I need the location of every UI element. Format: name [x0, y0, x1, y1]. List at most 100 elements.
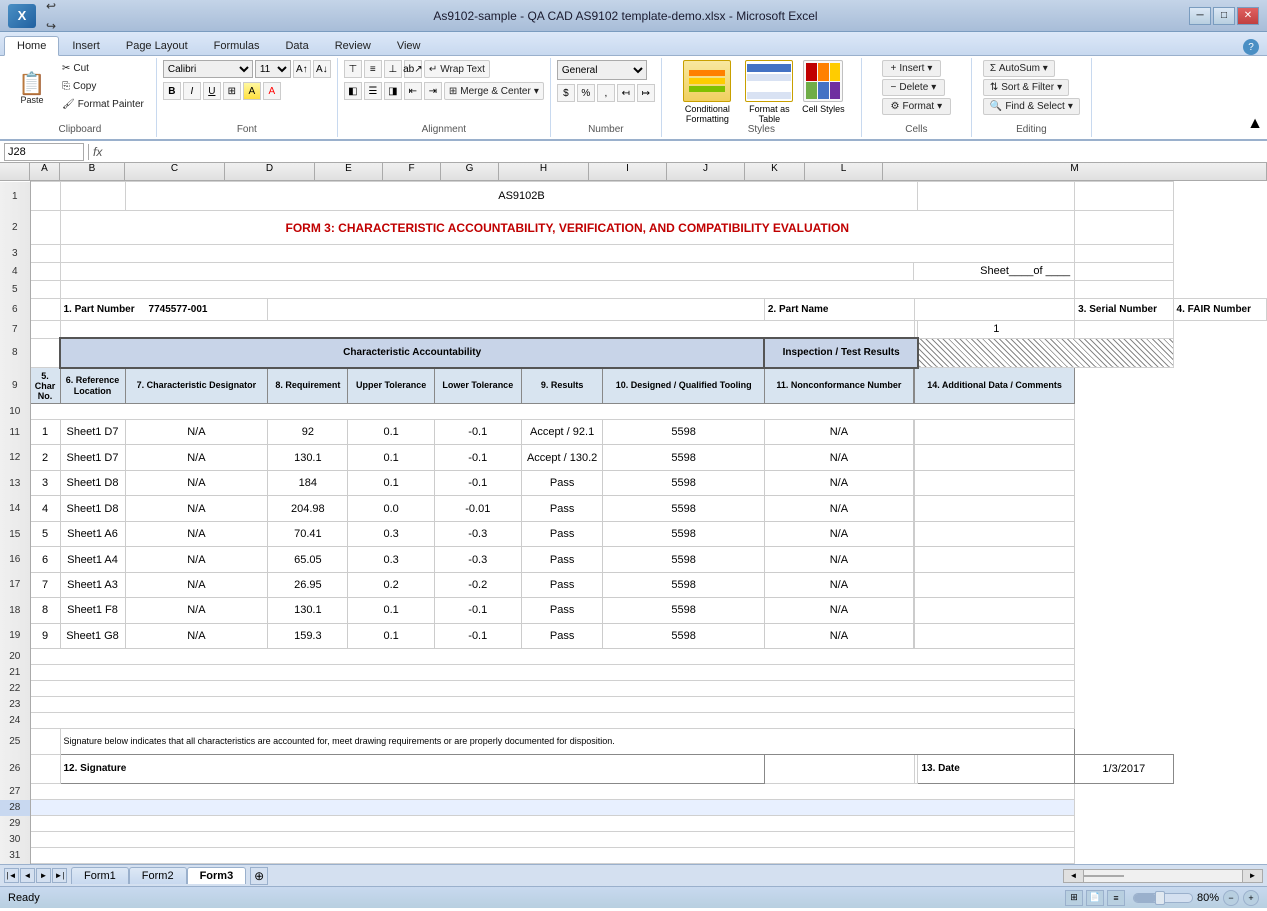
cell-j19[interactable]: N/A	[764, 623, 913, 648]
cell-j12[interactable]: N/A	[764, 445, 913, 470]
cell-h14[interactable]: Pass	[521, 496, 603, 521]
cell-g14[interactable]: -0.01	[434, 496, 521, 521]
tab-formulas[interactable]: Formulas	[201, 36, 273, 55]
cell-m2[interactable]	[1075, 211, 1173, 244]
cell-l16[interactable]	[915, 547, 1075, 572]
cell-h12[interactable]: Accept / 130.2	[521, 445, 603, 470]
cell-h16[interactable]: Pass	[521, 547, 603, 572]
cell-b27[interactable]	[30, 784, 1075, 800]
cell-k6[interactable]	[915, 298, 1075, 320]
cell-e19[interactable]: 159.3	[268, 623, 348, 648]
cell-b18[interactable]: 8	[30, 598, 60, 623]
tab-review[interactable]: Review	[322, 36, 384, 55]
decrease-font-button[interactable]: A↓	[313, 60, 331, 78]
cell-e12[interactable]: 130.1	[268, 445, 348, 470]
find-select-button[interactable]: 🔍 Find & Select ▾	[983, 98, 1080, 115]
cell-j17[interactable]: N/A	[764, 572, 913, 597]
cell-f12[interactable]: 0.1	[348, 445, 434, 470]
delete-button[interactable]: − Delete ▾	[882, 79, 946, 96]
cell-l18[interactable]	[915, 598, 1075, 623]
cell-g15[interactable]: -0.3	[434, 521, 521, 546]
cell-l12[interactable]	[915, 445, 1075, 470]
name-box[interactable]	[4, 143, 84, 161]
cell-b17[interactable]: 7	[30, 572, 60, 597]
cell-m26[interactable]: 1/3/2017	[1075, 754, 1173, 783]
cell-a25[interactable]	[30, 729, 60, 754]
cell-b3[interactable]	[60, 244, 1075, 262]
number-format-select[interactable]: General	[557, 60, 647, 80]
cell-b8[interactable]: Characteristic Accountability	[60, 338, 764, 367]
cell-a4[interactable]	[30, 262, 60, 280]
tab-home[interactable]: Home	[4, 36, 59, 56]
cell-e16[interactable]: 65.05	[268, 547, 348, 572]
cell-l17[interactable]	[915, 572, 1075, 597]
cell-l6[interactable]: 3. Serial Number	[1075, 298, 1173, 320]
cell-i12[interactable]: 5598	[603, 445, 764, 470]
cell-d12[interactable]: N/A	[125, 445, 268, 470]
italic-button[interactable]: I	[183, 82, 201, 100]
cell-g17[interactable]: -0.2	[434, 572, 521, 597]
increase-font-button[interactable]: A↑	[293, 60, 311, 78]
format-as-table-button[interactable]: Format as Table	[741, 60, 797, 124]
tab-data[interactable]: Data	[272, 36, 321, 55]
cell-g18[interactable]: -0.1	[434, 598, 521, 623]
cell-h19[interactable]: Pass	[521, 623, 603, 648]
copy-button[interactable]: ⎘ Copy	[56, 78, 150, 95]
cell-f15[interactable]: 0.3	[348, 521, 434, 546]
cell-j4[interactable]: Sheet____of ____	[913, 262, 1074, 280]
align-top-button[interactable]: ⊤	[344, 60, 362, 78]
align-bottom-button[interactable]: ⊥	[384, 60, 402, 78]
tab-view[interactable]: View	[384, 36, 434, 55]
cell-d9[interactable]: 7. Characteristic Designator	[125, 368, 268, 404]
cell-f13[interactable]: 0.1	[348, 470, 434, 495]
cut-button[interactable]: ✂ Cut	[56, 60, 150, 77]
cell-j18[interactable]: N/A	[764, 598, 913, 623]
cell-i6[interactable]: 2. Part Name	[764, 298, 914, 320]
cell-b29[interactable]	[30, 816, 1075, 832]
cell-h17[interactable]: Pass	[521, 572, 603, 597]
cell-b2[interactable]: FORM 3: CHARACTERISTIC ACCOUNTABILITY, V…	[60, 211, 1075, 244]
help-icon[interactable]: ?	[1243, 39, 1259, 55]
cell-i8[interactable]: Inspection / Test Results	[764, 338, 918, 367]
cell-g11[interactable]: -0.1	[434, 420, 521, 445]
cell-a26[interactable]	[30, 754, 60, 783]
maximize-button[interactable]: □	[1213, 7, 1235, 25]
tab-insert[interactable]: Insert	[59, 36, 113, 55]
scroll-thumb[interactable]	[1084, 875, 1124, 877]
decrease-indent-button[interactable]: ⇤	[404, 82, 422, 100]
cell-f16[interactable]: 0.3	[348, 547, 434, 572]
zoom-in-button[interactable]: +	[1243, 890, 1259, 906]
cell-m3[interactable]	[1075, 244, 1173, 262]
paste-button[interactable]: 📋 Paste	[10, 60, 54, 118]
cell-d14[interactable]: N/A	[125, 496, 268, 521]
autosum-button[interactable]: Σ AutoSum ▾	[983, 60, 1055, 77]
cell-b13[interactable]: 3	[30, 470, 60, 495]
cell-b28[interactable]	[30, 800, 1075, 816]
cell-b31[interactable]	[30, 848, 1075, 864]
cell-a5[interactable]	[30, 280, 60, 298]
cell-m4[interactable]	[1075, 262, 1173, 280]
cell-g12[interactable]: -0.1	[434, 445, 521, 470]
cell-a6[interactable]	[30, 298, 60, 320]
border-button[interactable]: ⊞	[223, 82, 241, 100]
cell-a3[interactable]	[30, 244, 60, 262]
sort-filter-button[interactable]: ⇅ Sort & Filter ▾	[983, 79, 1069, 96]
cell-l1[interactable]	[918, 182, 1075, 211]
close-button[interactable]: ✕	[1237, 7, 1259, 25]
cell-j9[interactable]: 11. Nonconformance Number	[764, 368, 913, 404]
cell-a2[interactable]	[30, 211, 60, 244]
cell-c13[interactable]: Sheet1 D8	[60, 470, 125, 495]
cell-e9[interactable]: 8. Requirement	[268, 368, 348, 404]
cell-c12[interactable]: Sheet1 D7	[60, 445, 125, 470]
cell-h11[interactable]: Accept / 92.1	[521, 420, 603, 445]
cell-f9[interactable]: Upper Tolerance	[348, 368, 434, 404]
cell-d17[interactable]: N/A	[125, 572, 268, 597]
comma-button[interactable]: ,	[597, 84, 615, 102]
cell-l13[interactable]	[915, 470, 1075, 495]
cell-e13[interactable]: 184	[268, 470, 348, 495]
align-left-button[interactable]: ◧	[344, 82, 362, 100]
cell-i26[interactable]	[764, 754, 914, 783]
cell-l19[interactable]	[915, 623, 1075, 648]
zoom-thumb[interactable]	[1155, 891, 1165, 905]
cell-c16[interactable]: Sheet1 A4	[60, 547, 125, 572]
